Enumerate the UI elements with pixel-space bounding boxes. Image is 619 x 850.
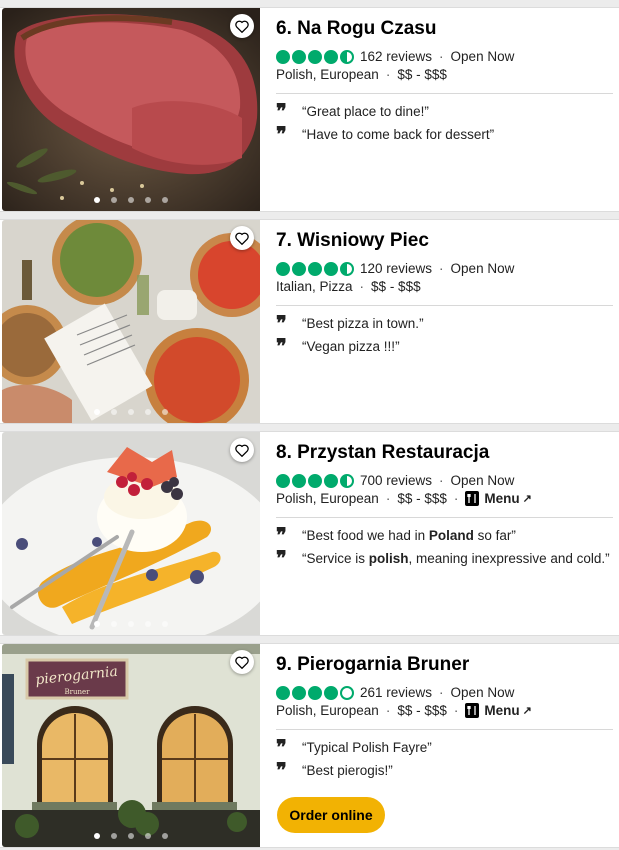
carousel-dot[interactable] [162,621,168,627]
price-range: $$ - $$$ [371,279,421,294]
quote-icon: ❞ [276,334,287,358]
quote-icon: ❞ [276,122,287,146]
pizza-image [2,220,260,423]
quote-icon: ❞ [276,758,287,782]
save-heart-button[interactable] [230,650,254,674]
review-snippet[interactable]: ❞ “Great place to dine!” [276,99,619,123]
cuisine: Polish, European [276,703,379,718]
menu-link[interactable]: Menu ↗ [465,491,532,506]
restaurant-card[interactable]: 8. Przystan Restauracja 700 reviews · Op… [0,431,619,636]
carousel-dot[interactable] [145,409,151,415]
restaurant-card[interactable]: 6. Na Rogu Czasu 162 reviews · Open Now … [0,7,619,212]
divider [276,305,613,306]
open-status: Open Now [450,685,515,700]
review-count[interactable]: 700 reviews [360,473,432,488]
menu-link[interactable]: Menu ↗ [465,703,532,718]
quote-icon: ❞ [276,735,287,759]
rating-bubbles[interactable] [276,49,354,64]
carousel-dot[interactable] [162,409,168,415]
carousel-dot[interactable] [162,833,168,839]
quote-icon: ❞ [276,546,287,570]
carousel-dot[interactable] [145,621,151,627]
restaurant-card[interactable]: pierogarnia Bruner 9. Pierogarnia Bruner… [0,643,619,848]
rating-bubbles[interactable] [276,261,354,276]
save-heart-button[interactable] [230,14,254,38]
carousel-dot[interactable] [111,833,117,839]
save-heart-button[interactable] [230,226,254,250]
open-status: Open Now [450,261,515,276]
external-link-icon: ↗ [522,493,532,505]
photo-carousel-dots [2,621,260,627]
carousel-dot[interactable] [111,621,117,627]
heart-icon [235,656,249,669]
restaurant-photo-storefront[interactable]: pierogarnia Bruner [2,644,260,847]
review-count[interactable]: 120 reviews [360,261,432,276]
restaurant-photo-steak[interactable] [2,8,260,211]
divider [276,93,613,94]
rating-bubbles[interactable] [276,685,354,700]
heart-icon [235,232,249,245]
price-range: $$ - $$$ [397,67,447,82]
quote-icon: ❞ [276,99,287,123]
heart-icon [235,444,249,457]
carousel-dot[interactable] [94,409,100,415]
review-snippet[interactable]: ❞ “Typical Polish Fayre” [276,735,619,759]
quote-icon: ❞ [276,523,287,547]
carousel-dot[interactable] [128,197,134,203]
review-snippet[interactable]: ❞ “Vegan pizza !!!” [276,334,619,358]
carousel-dot[interactable] [128,621,134,627]
storefront-image: pierogarnia Bruner [2,644,260,847]
menu-utensils-icon [465,491,480,506]
carousel-dot[interactable] [111,409,117,415]
sign-subtext: Bruner [65,688,91,696]
rating-bubbles[interactable] [276,473,354,488]
order-online-button[interactable]: Order online [277,797,385,833]
divider [276,517,613,518]
review-count[interactable]: 261 reviews [360,685,432,700]
restaurant-title[interactable]: 6. Na Rogu Czasu [276,18,619,40]
save-heart-button[interactable] [230,438,254,462]
carousel-dot[interactable] [111,197,117,203]
review-snippet[interactable]: ❞ “Best pierogis!” [276,758,619,782]
review-snippet[interactable]: ❞ “Service is polish, meaning inexpressiv… [276,546,619,570]
divider [276,729,613,730]
carousel-dot[interactable] [145,833,151,839]
restaurant-photo-pizza[interactable] [2,220,260,423]
open-status: Open Now [450,473,515,488]
carousel-dot[interactable] [94,621,100,627]
quote-icon: ❞ [276,311,287,335]
photo-carousel-dots [2,833,260,839]
review-snippet[interactable]: ❞ “Best food we had in Poland so far” [276,523,619,547]
photo-carousel-dots [2,409,260,415]
dessert-image [2,432,260,635]
carousel-dot[interactable] [145,197,151,203]
menu-utensils-icon [465,703,480,718]
restaurant-photo-dessert[interactable] [2,432,260,635]
external-link-icon: ↗ [522,705,532,717]
price-range: $$ - $$$ [397,491,447,506]
cuisine: Polish, European [276,491,379,506]
restaurant-title[interactable]: 9. Pierogarnia Bruner [276,654,619,676]
carousel-dot[interactable] [128,409,134,415]
carousel-dot[interactable] [162,197,168,203]
steak-image [2,8,260,211]
carousel-dot[interactable] [94,833,100,839]
carousel-dot[interactable] [128,833,134,839]
review-count[interactable]: 162 reviews [360,49,432,64]
cuisine: Italian, Pizza [276,279,353,294]
review-snippet[interactable]: ❞ “Best pizza in town.” [276,311,619,335]
review-snippet[interactable]: ❞ “Have to come back for dessert” [276,122,619,146]
photo-carousel-dots [2,197,260,203]
price-range: $$ - $$$ [397,703,447,718]
carousel-dot[interactable] [94,197,100,203]
restaurant-title[interactable]: 8. Przystan Restauracja [276,442,619,464]
cuisine: Polish, European [276,67,379,82]
restaurant-card[interactable]: 7. Wisniowy Piec 120 reviews · Open Now … [0,219,619,424]
open-status: Open Now [450,49,515,64]
restaurant-title[interactable]: 7. Wisniowy Piec [276,230,619,252]
heart-icon [235,20,249,33]
